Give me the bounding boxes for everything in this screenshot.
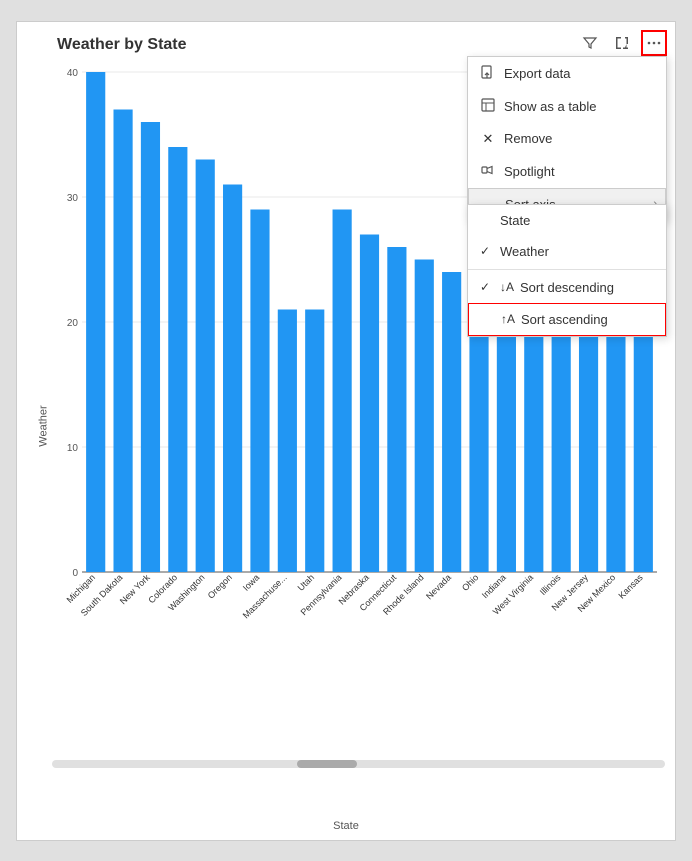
toolbar [577,30,667,56]
submenu-label-state: State [500,213,530,228]
svg-text:20: 20 [67,318,79,329]
export-icon [480,65,496,82]
svg-text:40: 40 [67,68,79,79]
sort-asc-icon: ↑A [501,312,515,326]
svg-text:New York: New York [118,571,152,605]
menu-label-table: Show as a table [504,99,597,114]
context-menu: Export data Show as a table ✕ Remove [467,56,667,222]
remove-icon: ✕ [480,131,496,147]
chart-title: Weather by State [57,36,665,54]
menu-item-export[interactable]: Export data [468,57,666,90]
submenu-item-sort-desc[interactable]: ↓A Sort descending [468,272,666,303]
svg-text:Nevada: Nevada [424,572,453,601]
submenu-item-state[interactable]: State [468,205,666,236]
sort-desc-icon: ↓A [500,280,514,294]
spotlight-icon [480,163,496,180]
submenu-label-sort-desc: Sort descending [520,280,614,295]
expand-icon[interactable] [609,30,635,56]
sort-submenu: State Weather ↓A Sort descending ↑A Sort… [467,204,667,337]
svg-text:0: 0 [72,568,78,579]
menu-item-table[interactable]: Show as a table [468,90,666,123]
menu-label-remove: Remove [504,131,552,146]
submenu-label-sort-asc: Sort ascending [521,312,608,327]
menu-item-remove[interactable]: ✕ Remove [468,123,666,155]
table-icon [480,98,496,115]
menu-label-spotlight: Spotlight [504,164,555,179]
x-axis-label: State [333,820,359,832]
svg-text:Iowa: Iowa [241,572,262,593]
submenu-item-weather[interactable]: Weather [468,236,666,267]
svg-text:Illinois: Illinois [538,571,563,596]
menu-label-export: Export data [504,66,571,81]
submenu-divider [468,269,666,270]
submenu-label-weather: Weather [500,244,549,259]
y-axis-label: Weather [38,405,50,446]
filter-icon[interactable] [577,30,603,56]
svg-text:Kansas: Kansas [616,571,645,600]
x-scrollbar[interactable] [52,760,665,768]
x-scrollbar-thumb[interactable] [297,760,357,768]
chart-container: Weather by State Weather 010203040Michig… [16,21,676,841]
svg-text:Oregon: Oregon [206,572,234,600]
more-icon[interactable] [641,30,667,56]
submenu-item-sort-asc[interactable]: ↑A Sort ascending [468,303,666,336]
svg-text:30: 30 [67,193,79,204]
menu-item-spotlight[interactable]: Spotlight [468,155,666,188]
svg-text:Utah: Utah [296,572,317,593]
svg-text:Ohio: Ohio [460,572,481,593]
svg-text:10: 10 [67,443,79,454]
